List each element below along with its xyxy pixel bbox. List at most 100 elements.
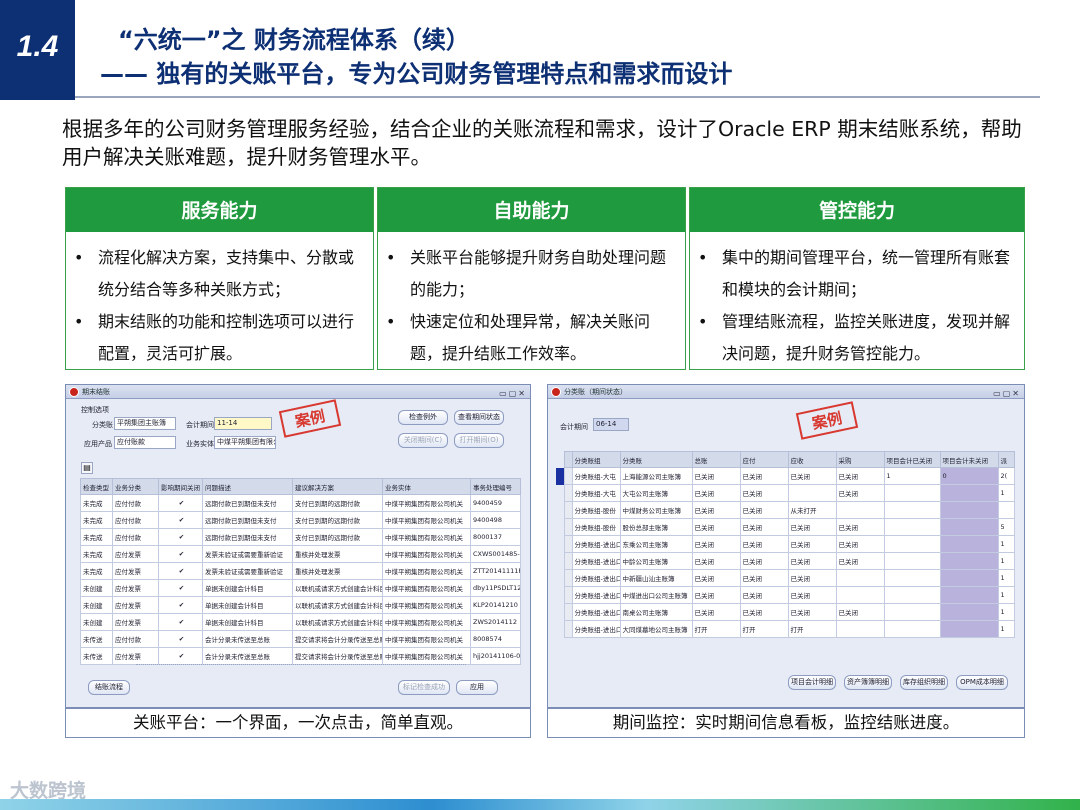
row-indicator[interactable] bbox=[556, 552, 564, 570]
ledger-field[interactable]: 平朔集团主账簿 bbox=[114, 417, 176, 430]
table-cell[interactable]: 大同煤墓地公司主账簿 bbox=[619, 620, 693, 638]
table-cell[interactable]: 未创建 bbox=[80, 579, 113, 597]
close-period-button[interactable]: 关闭期间(C) bbox=[398, 433, 448, 448]
table-row[interactable]: 分类账组-进出口 中新疆山汕主账簿 已关闭 已关闭 已关闭 1 bbox=[556, 569, 1015, 587]
table-cell[interactable]: 支付已到期的远期付款 bbox=[292, 528, 383, 546]
table-cell[interactable]: 9400459 bbox=[470, 494, 521, 512]
table-row[interactable]: 未完成 应付付款 ✔ 远期付款已到期但未支付 支付已到期的远期付款 中煤平朔集团有限公司机… bbox=[80, 494, 521, 512]
affects-close-check[interactable]: ✔ bbox=[158, 613, 203, 631]
table-cell[interactable]: 提交请求将会计分录传送至总账 bbox=[292, 647, 383, 665]
table-cell[interactable]: 分类账组-大屯 bbox=[571, 484, 621, 502]
table-cell[interactable]: 1 bbox=[997, 535, 1015, 553]
table-cell[interactable]: 打开 bbox=[691, 620, 741, 638]
table-cell[interactable]: 应付发票 bbox=[112, 579, 159, 597]
row-checkbox[interactable] bbox=[563, 484, 573, 502]
table-cell[interactable] bbox=[939, 552, 999, 570]
table-cell[interactable]: 打开 bbox=[787, 620, 837, 638]
table-cell[interactable]: 上海能源公司主账簿 bbox=[619, 467, 693, 485]
table-cell[interactable] bbox=[835, 569, 885, 587]
table-row[interactable]: 分类账组-进出口 南桌公司主账簿 已关闭 已关闭 已关闭 已关闭 1 bbox=[556, 603, 1015, 621]
table-cell[interactable]: 已关闭 bbox=[835, 484, 885, 502]
table-cell[interactable]: 已关闭 bbox=[691, 586, 741, 604]
table-cell[interactable]: 应付付款 bbox=[112, 630, 159, 648]
table-cell[interactable]: 已关闭 bbox=[787, 467, 837, 485]
table-cell[interactable]: 1 bbox=[997, 569, 1015, 587]
table-cell[interactable]: 已关闭 bbox=[835, 603, 885, 621]
table-cell[interactable]: 中煤平朔集团有限公司机关 bbox=[382, 511, 471, 529]
table-cell[interactable] bbox=[939, 518, 999, 536]
table-cell[interactable]: 已关闭 bbox=[739, 518, 789, 536]
table-row[interactable]: 未完成 应付付款 ✔ 远期付款已到期但未支付 支付已到期的远期付款 中煤平朔集团有限公司机… bbox=[80, 528, 521, 546]
view-status-button[interactable]: 查看期间状态 bbox=[454, 410, 504, 425]
table-cell[interactable]: 1 bbox=[997, 586, 1015, 604]
row-checkbox[interactable] bbox=[563, 552, 573, 570]
table-cell[interactable]: 2( bbox=[997, 467, 1015, 485]
table-cell[interactable]: 未创建 bbox=[80, 613, 113, 631]
table-cell[interactable]: 未完成 bbox=[80, 511, 113, 529]
table-row[interactable]: 未创建 应付发票 ✔ 单据未创建会计科目 以联机或请求方式创建会计科目 中煤平朔集团有限公… bbox=[80, 596, 521, 614]
table-cell[interactable]: 已关闭 bbox=[787, 535, 837, 553]
table-cell[interactable]: 已关闭 bbox=[691, 569, 741, 587]
row-indicator[interactable] bbox=[556, 603, 564, 621]
row-checkbox[interactable] bbox=[563, 586, 573, 604]
table-cell[interactable]: 分类账组-进出口 bbox=[571, 620, 621, 638]
table-cell[interactable] bbox=[787, 484, 837, 502]
table-cell[interactable]: 未传送 bbox=[80, 647, 113, 665]
table-cell[interactable]: 已关闭 bbox=[691, 603, 741, 621]
table-cell[interactable] bbox=[939, 586, 999, 604]
table-cell[interactable]: 中煤平朔集团有限公司机关 bbox=[382, 630, 471, 648]
table-cell[interactable]: 已关闭 bbox=[739, 603, 789, 621]
table-cell[interactable]: 8008574 bbox=[470, 630, 521, 648]
row-indicator[interactable] bbox=[556, 484, 564, 502]
table-cell[interactable]: 中煤平朔集团有限公司机关 bbox=[382, 613, 471, 631]
row-checkbox[interactable] bbox=[563, 467, 573, 485]
table-cell[interactable]: 会计分录未传送至总账 bbox=[202, 647, 293, 665]
table-row[interactable]: 未完成 应付发票 ✔ 发票未验证或需要重新验证 重核并处理发票 中煤平朔集团有限公司机关 C… bbox=[80, 545, 521, 563]
table-cell[interactable]: 以联机或请求方式创建会计科目 bbox=[292, 613, 383, 631]
table-cell[interactable]: 1 bbox=[883, 467, 941, 485]
affects-close-check[interactable]: ✔ bbox=[158, 630, 203, 648]
project-detail-button[interactable]: 项目会计明细 bbox=[788, 675, 836, 690]
affects-close-check[interactable]: ✔ bbox=[158, 562, 203, 580]
affects-close-check[interactable]: ✔ bbox=[158, 647, 203, 665]
table-cell[interactable] bbox=[835, 586, 885, 604]
table-cell[interactable]: 已关闭 bbox=[787, 603, 837, 621]
table-cell[interactable]: ZWS2014112 bbox=[470, 613, 521, 631]
table-cell[interactable] bbox=[939, 501, 999, 519]
opm-detail-button[interactable]: OPM成本明细 bbox=[956, 675, 1008, 690]
table-cell[interactable] bbox=[997, 501, 1015, 519]
table-cell[interactable]: 东乘公司主账簿 bbox=[619, 535, 693, 553]
table-cell[interactable]: 未完成 bbox=[80, 545, 113, 563]
table-cell[interactable]: hjj20141106-0 bbox=[470, 647, 521, 665]
table-cell[interactable] bbox=[883, 535, 941, 553]
table-row[interactable]: 分类账组-大屯 上海能源公司主账簿 已关闭 已关闭 已关闭 已关闭 1 0 2( bbox=[556, 467, 1015, 485]
table-cell[interactable]: 8000137 bbox=[470, 528, 521, 546]
table-cell[interactable]: 应付付款 bbox=[112, 511, 159, 529]
row-indicator[interactable] bbox=[556, 501, 564, 519]
table-cell[interactable]: 已关闭 bbox=[787, 552, 837, 570]
table-row[interactable]: 分类账组-股份 中煤财务公司主账簿 已关闭 已关闭 从未打开 bbox=[556, 501, 1015, 519]
table-cell[interactable]: 会计分录未传送至总账 bbox=[202, 630, 293, 648]
table-row[interactable]: 未传送 应付付款 ✔ 会计分录未传送至总账 提交请求将会计分录传送至总账 中煤平朔集团有限… bbox=[80, 630, 521, 648]
table-row[interactable]: 未传送 应付发票 ✔ 会计分录未传送至总账 提交请求将会计分录传送至总账 中煤平朔集团有限… bbox=[80, 647, 521, 665]
table-cell[interactable]: KLP20141210 bbox=[470, 596, 521, 614]
affects-close-check[interactable]: ✔ bbox=[158, 579, 203, 597]
table-cell[interactable]: 中煤平朔集团有限公司机关 bbox=[382, 596, 471, 614]
table-cell[interactable]: 提交请求将会计分录传送至总账 bbox=[292, 630, 383, 648]
table-row[interactable]: 分类账组-进出口 东乘公司主账簿 已关闭 已关闭 已关闭 已关闭 1 bbox=[556, 535, 1015, 553]
table-cell[interactable]: ZTT20141111P bbox=[470, 562, 521, 580]
table-row[interactable]: 分类账组-大屯 大屯公司主账簿 已关闭 已关闭 已关闭 1 bbox=[556, 484, 1015, 502]
table-row[interactable]: 未创建 应付发票 ✔ 单据未创建会计科目 以联机或请求方式创建会计科目 中煤平朔集团有限公… bbox=[80, 613, 521, 631]
table-cell[interactable]: 支付已到期的远期付款 bbox=[292, 511, 383, 529]
period-field[interactable]: 06-14 bbox=[593, 418, 629, 431]
table-cell[interactable]: 分类账组-进出口 bbox=[571, 603, 621, 621]
table-row[interactable]: 分类账组-股份 股份总部主账簿 已关闭 已关闭 已关闭 已关闭 5 bbox=[556, 518, 1015, 536]
table-cell[interactable]: 中新疆山汕主账簿 bbox=[619, 569, 693, 587]
table-cell[interactable]: 未完成 bbox=[80, 562, 113, 580]
table-cell[interactable]: 支付已到期的远期付款 bbox=[292, 494, 383, 512]
table-cell[interactable]: 分类账组-进出口 bbox=[571, 586, 621, 604]
table-cell[interactable]: 1 bbox=[997, 603, 1015, 621]
table-cell[interactable] bbox=[835, 620, 885, 638]
table-cell[interactable] bbox=[939, 603, 999, 621]
product-field[interactable]: 应付账款 bbox=[114, 436, 176, 449]
